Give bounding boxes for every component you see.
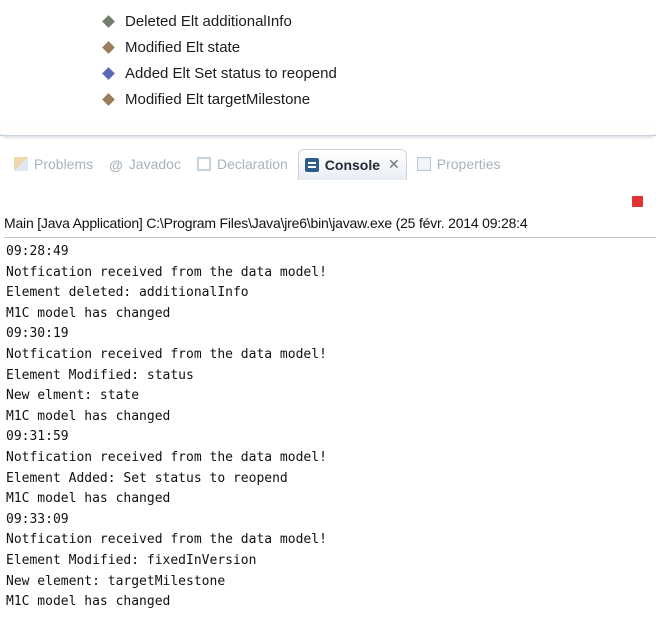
tab-label: Javadoc <box>128 156 181 172</box>
console-line: M1C model has changed <box>6 491 171 507</box>
tree-item-added[interactable]: Added Elt Set status to reopend <box>102 60 337 86</box>
console-line: 09:31:59 <box>6 429 69 445</box>
console-icon <box>304 157 319 172</box>
console-line: M1C model has changed <box>6 408 171 424</box>
console-line: Element Modified: fixedInVersion <box>6 552 257 568</box>
tab-declaration[interactable]: Declaration <box>191 149 294 179</box>
console-line: M1C model has changed <box>6 594 171 610</box>
console-line: Notfication received from the data model… <box>6 264 327 280</box>
properties-icon <box>416 157 431 171</box>
tab-label: Declaration <box>216 156 288 172</box>
tree-item-label: Modified Elt targetMilestone <box>125 90 311 108</box>
change-tree: Deleted Elt additionalInfo Modified Elt … <box>102 8 337 112</box>
modified-diamond-icon <box>102 92 115 106</box>
tab-console[interactable]: Console ✕ <box>297 148 407 180</box>
console-line: 09:30:19 <box>6 326 69 342</box>
close-icon[interactable]: ✕ <box>388 156 400 173</box>
console-output: 09:28:49 Notfication received from the d… <box>6 242 652 626</box>
console-line: Notfication received from the data model… <box>6 449 327 465</box>
console-line: Notfication received from the data model… <box>6 346 327 362</box>
console-line: New element: targetMilestone <box>6 573 226 589</box>
tree-item-label: Deleted Elt additionalInfo <box>125 12 292 30</box>
console-line: Element Modified: status <box>6 367 194 383</box>
javadoc-icon: @ <box>109 157 123 173</box>
added-diamond-icon <box>102 66 115 80</box>
tab-problems[interactable]: Problems <box>8 149 99 179</box>
console-line: 09:33:09 <box>6 511 69 527</box>
console-line: New elment: state <box>6 388 140 404</box>
change-tree-panel: Deleted Elt additionalInfo Modified Elt … <box>0 0 656 136</box>
console-line: 09:28:49 <box>6 244 69 259</box>
tree-item-modified[interactable]: Modified Elt state <box>102 34 337 60</box>
tree-item-label: Added Elt Set status to reopend <box>125 64 337 82</box>
tab-label: Console <box>324 156 381 173</box>
terminate-icon[interactable] <box>632 196 643 207</box>
tree-item-deleted[interactable]: Deleted Elt additionalInfo <box>102 8 337 34</box>
view-tab-bar: Problems @ Javadoc Declaration Console ✕… <box>0 146 656 182</box>
console-line: Element deleted: additionalInfo <box>6 285 249 301</box>
problems-icon <box>14 157 28 171</box>
console-line: Element Added: Set status to reopend <box>6 470 288 486</box>
console-launch-header: Main [Java Application] C:\Program Files… <box>4 215 656 238</box>
console-line: M1C model has changed <box>6 305 171 321</box>
modified-diamond-icon <box>102 40 115 54</box>
tab-properties[interactable]: Properties <box>411 149 507 179</box>
console-line: Notfication received from the data model… <box>6 532 327 548</box>
tree-item-label: Modified Elt state <box>125 38 241 56</box>
declaration-icon <box>196 157 211 171</box>
tab-label: Problems <box>34 156 94 172</box>
deleted-diamond-icon <box>102 14 115 28</box>
tab-label: Properties <box>436 156 501 172</box>
tree-item-modified[interactable]: Modified Elt targetMilestone <box>102 86 337 112</box>
tab-javadoc[interactable]: @ Javadoc <box>103 149 187 179</box>
